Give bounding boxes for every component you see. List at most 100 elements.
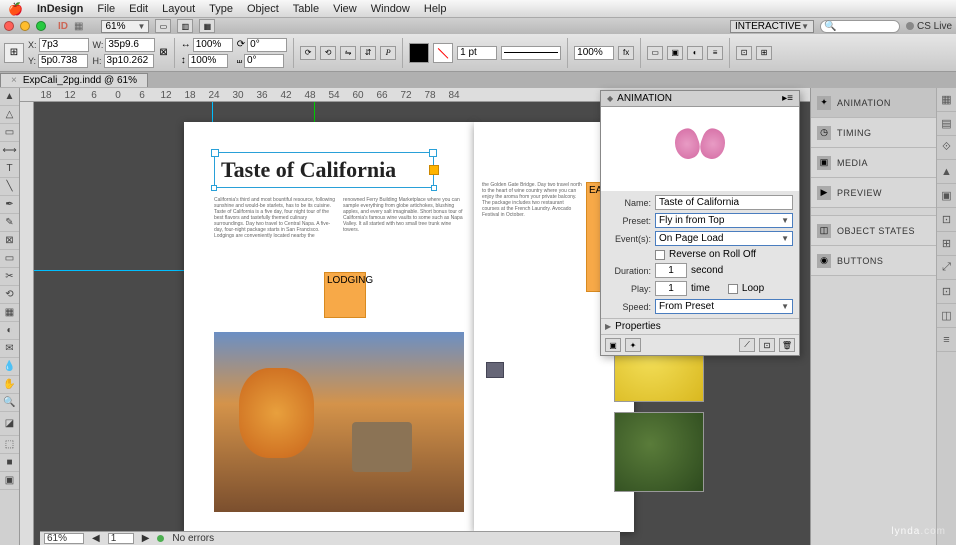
body-text-right[interactable]: the Golden Gate Bridge. Day two travel n… <box>482 182 582 312</box>
media-placeholder-icon[interactable] <box>486 362 504 378</box>
show-proxy-button[interactable]: ✦ <box>625 338 641 352</box>
close-tab-icon[interactable]: × <box>11 75 17 86</box>
search-input[interactable]: 🔍 <box>820 20 900 33</box>
rectangle-tool[interactable]: ▭ <box>0 250 19 268</box>
dock-panel-timing[interactable]: ◷TIMING <box>811 118 936 148</box>
reverse-on-rolloff-checkbox[interactable] <box>655 250 665 260</box>
animation-preset-dropdown[interactable]: Fly in from Top▼ <box>655 213 793 228</box>
workspace-switcher[interactable]: INTERACTIVE▼ <box>730 20 814 33</box>
line-tool[interactable]: ╲ <box>0 178 19 196</box>
text-wrap-none-icon[interactable]: ▭ <box>647 46 663 60</box>
page-nav-prev-icon[interactable]: ◀ <box>92 533 100 544</box>
page-tool[interactable]: ▭ <box>0 124 19 142</box>
text-wrap-bounding-icon[interactable]: ▣ <box>667 46 683 60</box>
apply-color[interactable]: ■ <box>0 454 19 472</box>
gradient-feather-tool[interactable]: ◐ <box>0 322 19 340</box>
title-text-frame[interactable]: Taste of California <box>214 152 434 188</box>
page-left[interactable]: Taste of California California's third a… <box>184 122 474 532</box>
window-close-button[interactable] <box>4 21 14 31</box>
trash-button[interactable]: 🗑 <box>779 338 795 352</box>
strip-icon-8[interactable]: ⤢ <box>937 256 956 280</box>
zoom-tool[interactable]: 🔍 <box>0 394 19 412</box>
rotate-90-cw-button[interactable]: ⟳ <box>300 46 316 60</box>
rectangle-frame-tool[interactable]: ⊠ <box>0 232 19 250</box>
para-style-icon[interactable]: P <box>380 46 396 60</box>
menu-view[interactable]: View <box>333 3 357 15</box>
page-nav-next-icon[interactable]: ▶ <box>142 533 150 544</box>
animation-play-field[interactable]: 1 <box>655 281 687 296</box>
strip-icon-5[interactable]: ▣ <box>937 184 956 208</box>
height-field[interactable]: 3p10.262 <box>104 54 154 68</box>
view-mode-toggle[interactable]: ▣ <box>0 472 19 490</box>
menu-window[interactable]: Window <box>371 3 410 15</box>
collapse-arrow-icon[interactable]: ◆ <box>607 94 613 103</box>
note-tool[interactable]: ✉ <box>0 340 19 358</box>
screen-mode-icon[interactable]: ▥ <box>177 19 193 33</box>
stroke-weight-field[interactable]: 1 pt <box>457 46 497 60</box>
avocado-photo[interactable] <box>614 412 704 492</box>
fit-content-icon[interactable]: ⊡ <box>736 46 752 60</box>
default-fill-stroke[interactable]: ⬚ <box>0 436 19 454</box>
hero-photo[interactable] <box>214 332 464 512</box>
strip-icon-7[interactable]: ⊞ <box>937 232 956 256</box>
text-wrap-jump-icon[interactable]: ≡ <box>707 46 723 60</box>
scale-y-field[interactable]: 100% <box>188 54 228 68</box>
rotate-90-ccw-button[interactable]: ⟲ <box>320 46 336 60</box>
hand-tool[interactable]: ✋ <box>0 376 19 394</box>
preview-spread-button[interactable]: ▣ <box>605 338 621 352</box>
cs-live-button[interactable]: CS Live <box>906 21 952 32</box>
fill-swatch[interactable] <box>409 43 429 63</box>
strip-icon-3[interactable]: ⟐ <box>937 136 956 160</box>
menu-file[interactable]: File <box>97 3 115 15</box>
strip-icon-2[interactable]: ▤ <box>937 112 956 136</box>
effects-icon[interactable]: fx <box>618 46 634 60</box>
strip-icon-6[interactable]: ⊡ <box>937 208 956 232</box>
window-minimize-button[interactable] <box>20 21 30 31</box>
strip-icon-9[interactable]: ⊡ <box>937 280 956 304</box>
scissors-tool[interactable]: ✂ <box>0 268 19 286</box>
y-position-field[interactable]: 5p0.738 <box>38 54 88 68</box>
animation-preview-proxy[interactable] <box>601 107 799 191</box>
zoom-level-dropdown[interactable]: 61%▼ <box>101 20 149 33</box>
stroke-swatch[interactable] <box>433 43 453 63</box>
stroke-style-dropdown[interactable] <box>501 46 561 60</box>
gradient-tool[interactable]: ▦ <box>0 304 19 322</box>
menu-app[interactable]: InDesign <box>37 3 83 15</box>
strip-icon-1[interactable]: ▦ <box>937 88 956 112</box>
strip-icon-10[interactable]: ◫ <box>937 304 956 328</box>
shear-field[interactable]: 0° <box>244 54 284 68</box>
bridge-icon[interactable]: ▦ <box>74 21 83 32</box>
eyedropper-tool[interactable]: 💧 <box>0 358 19 376</box>
dock-panel-media[interactable]: ▣MEDIA <box>811 148 936 178</box>
anchor-indicator-icon[interactable] <box>429 165 439 175</box>
loop-checkbox[interactable] <box>728 284 738 294</box>
animation-properties-disclosure[interactable]: ▶Properties <box>601 318 799 334</box>
pen-tool[interactable]: ✒ <box>0 196 19 214</box>
dock-panel-animation[interactable]: ✦ANIMATION <box>811 88 936 118</box>
flip-vertical-button[interactable]: ⇵ <box>360 46 376 60</box>
fit-frame-icon[interactable]: ⊞ <box>756 46 772 60</box>
dock-panel-buttons[interactable]: ◉BUTTONS <box>811 246 936 276</box>
reference-point-proxy[interactable]: ⊞ <box>4 43 24 63</box>
menu-object[interactable]: Object <box>247 3 279 15</box>
free-transform-tool[interactable]: ⟲ <box>0 286 19 304</box>
flip-horizontal-button[interactable]: ⇋ <box>340 46 356 60</box>
scale-x-field[interactable]: 100% <box>193 38 233 52</box>
x-position-field[interactable]: 7p3 <box>39 38 89 52</box>
rotation-field[interactable]: 0° <box>247 38 287 52</box>
menu-table[interactable]: Table <box>293 3 319 15</box>
status-zoom-field[interactable]: 61% <box>44 533 84 544</box>
strip-icon-11[interactable]: ≡ <box>937 328 956 352</box>
view-mode-icon[interactable]: ▭ <box>155 19 171 33</box>
convert-to-path-button[interactable]: ⟋ <box>739 338 755 352</box>
show-timing-button[interactable]: ⊡ <box>759 338 775 352</box>
dock-panel-object-states[interactable]: ◫OBJECT STATES <box>811 216 936 246</box>
apple-menu-icon[interactable]: 🍎 <box>8 2 23 16</box>
sidebar-callout-1[interactable]: LODGING <box>324 272 366 318</box>
menu-edit[interactable]: Edit <box>129 3 148 15</box>
opacity-field[interactable]: 100% <box>574 46 614 60</box>
animation-panel-tab[interactable]: ◆ ANIMATION ▸≡ <box>601 91 799 107</box>
constrain-proportions-icon[interactable]: ⊠ <box>159 47 167 58</box>
panel-menu-icon[interactable]: ▸≡ <box>782 93 793 104</box>
menu-type[interactable]: Type <box>209 3 233 15</box>
